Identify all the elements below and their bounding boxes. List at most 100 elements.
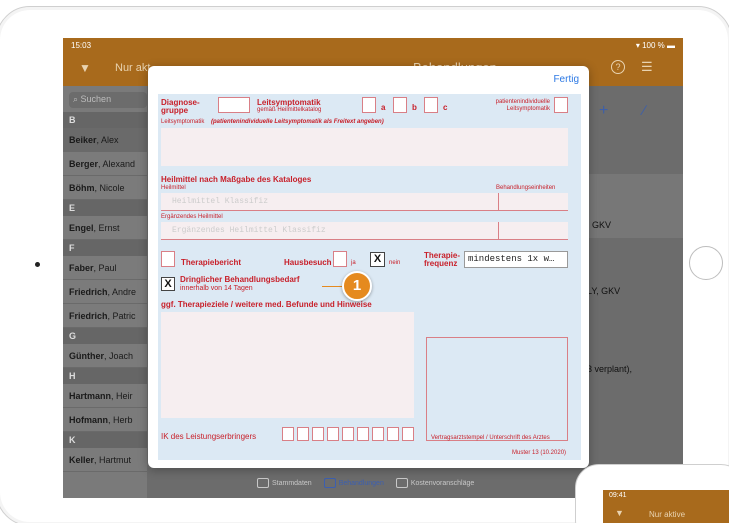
therapieziele-label: ggf. Therapieziele / weitere med. Befund… [161,300,372,309]
behandlungseinheiten-label: Behandlungseinheiten [496,185,556,191]
ik-digit-box[interactable] [297,427,309,441]
checkbox-b[interactable] [393,97,407,113]
ik-digit-box[interactable] [357,427,369,441]
patient-first-name: , Patric [107,311,136,321]
detail-text-3: 3 verplant), [587,364,633,374]
patient-individual-checkbox[interactable] [554,97,568,113]
dringlich-checkbox[interactable]: X [161,277,175,291]
tab-kostenvoranschlaege[interactable]: Kostenvoranschläge [395,478,474,488]
stage: 15:03 ▾ 100 % ▬ ▼ Nur akt Behandlungen ?… [0,0,729,523]
ik-digit-box[interactable] [372,427,384,441]
therapiebericht-checkbox[interactable] [161,251,175,267]
patient-row[interactable]: Böhm, Nicole [63,176,147,200]
patient-first-name: , Herb [108,415,133,425]
ik-digit-box[interactable] [342,427,354,441]
diagnose-gruppe-field[interactable] [218,97,250,113]
patient-first-name: , Andre [107,287,137,297]
leitsymptomatik-label: Leitsymptomatik [257,98,321,107]
ik-digit-box[interactable] [282,427,294,441]
camera-dot [35,262,40,267]
checkbox-c[interactable] [424,97,438,113]
therapie-frequenz-field[interactable]: mindestens 1x w… [464,251,568,268]
patient-sidebar: ⌕ Suchen B Beiker, Alex Berger, Alexand Böh… [63,86,147,498]
ik-digit-box[interactable] [387,427,399,441]
add-icon[interactable]: + [599,102,608,120]
patient-last-name: Keller [69,455,95,465]
patient-row[interactable]: Faber, Paul [63,256,147,280]
patient-individual-label: patientenindividuelle Leitsymptomatik [495,99,550,112]
patient-last-name: Beiker [69,135,97,145]
patient-first-name: , Alexand [98,159,136,169]
patient-last-name: Berger [69,159,99,169]
ja-label: ja [351,260,356,266]
filter-label[interactable]: Nur akt [115,62,150,74]
section-header: H [63,368,147,384]
label-a: a [381,103,386,112]
patient-last-name: Friedrich [69,311,108,321]
status-time: 15:03 [71,40,92,50]
ik-digit-box[interactable] [402,427,414,441]
ik-label: IK des Leistungserbringers [161,432,257,441]
iphone-filter-label[interactable]: Nur aktive [649,510,685,519]
patient-last-name: Hofmann [69,415,108,425]
patient-row[interactable]: Hofmann, Herb [63,408,147,432]
nein-label: nein [389,260,401,266]
ik-digit-box[interactable] [327,427,339,441]
muster-label: Muster 13 (10.2020) [512,450,567,456]
ik-digit-box[interactable] [312,427,324,441]
heilmittel-placeholder: Heilmittel Klassifiz [172,197,269,206]
person-icon [257,478,269,488]
ergaenzendes-label: Ergänzendes Heilmittel [161,214,223,220]
patient-row[interactable]: Friedrich, Andre [63,280,147,304]
section-header: K [63,432,147,448]
heilmittel-divider [498,193,499,211]
stempel-area[interactable] [426,337,568,441]
patient-row[interactable]: Hartmann, Heir [63,384,147,408]
leitsymptomatik-text-field[interactable] [161,128,568,166]
patient-first-name: , Heir [111,391,133,401]
therapie-frequenz-label: Therapie- frequenz [424,251,461,268]
checkbox-a[interactable] [362,97,376,113]
home-button[interactable] [689,246,723,280]
patient-last-name: Engel [69,223,94,233]
label-c: c [443,103,448,112]
hausbesuch-ja-checkbox[interactable] [333,251,347,267]
patient-row[interactable]: Engel, Ernst [63,216,147,240]
tab-bar: Stammdaten Behandlungen Kostenvoranschlä… [147,468,583,498]
filter-icon[interactable]: ▼ [79,61,91,75]
patient-row[interactable]: Beiker, Alex [63,128,147,152]
section-header: F [63,240,147,256]
edit-icon[interactable]: ∕ [643,102,645,118]
tab-behandlungen[interactable]: Behandlungen [323,478,384,488]
therapieziele-field[interactable] [161,312,414,418]
document-icon [323,478,336,488]
section-header: E [63,200,147,216]
callout-badge: 1 [342,271,372,301]
patient-row[interactable]: Berger, Alexand [63,152,147,176]
patient-first-name: , Hartmut [94,455,132,465]
patient-row[interactable]: Keller, Hartmut [63,448,147,472]
tab-stammdaten[interactable]: Stammdaten [257,478,312,488]
leitsymptomatik-sublabel: gemäß Heilmittelkatalog [257,107,322,113]
patient-first-name: , Joach [104,351,134,361]
patient-last-name: Faber [69,263,94,273]
heilmittel-title: Heilmittel nach Maßgabe des Kataloges [161,175,312,184]
diagnose-gruppe-label: Diagnose- gruppe [161,98,200,115]
leitsymptomatik-note: (patientenindividuelle Leitsymptomatik a… [211,119,384,125]
patient-row[interactable]: Günther, Joach [63,344,147,368]
done-button[interactable]: Fertig [553,74,579,85]
search-input[interactable]: ⌕ Suchen [69,92,147,108]
leitsymptomatik-line-label: Leitsymptomatik [161,119,205,125]
iphone-filter-icon[interactable]: ▼ [615,508,624,518]
ergaenzendes-divider [498,222,499,240]
patient-last-name: Böhm [69,183,95,193]
list-icon[interactable]: ☰ [641,59,653,75]
patient-first-name: , Ernst [93,223,120,233]
prescription-modal: Fertig Diagnose- gruppe Leitsymptomatik … [148,66,589,468]
help-icon[interactable]: ? [611,60,625,74]
hausbesuch-nein-checkbox[interactable]: X [370,252,385,267]
ergaenzendes-placeholder: Ergänzendes Heilmittel Klassifiz [172,226,326,235]
section-header: G [63,328,147,344]
therapiebericht-label: Therapiebericht [181,258,242,267]
patient-row[interactable]: Friedrich, Patric [63,304,147,328]
